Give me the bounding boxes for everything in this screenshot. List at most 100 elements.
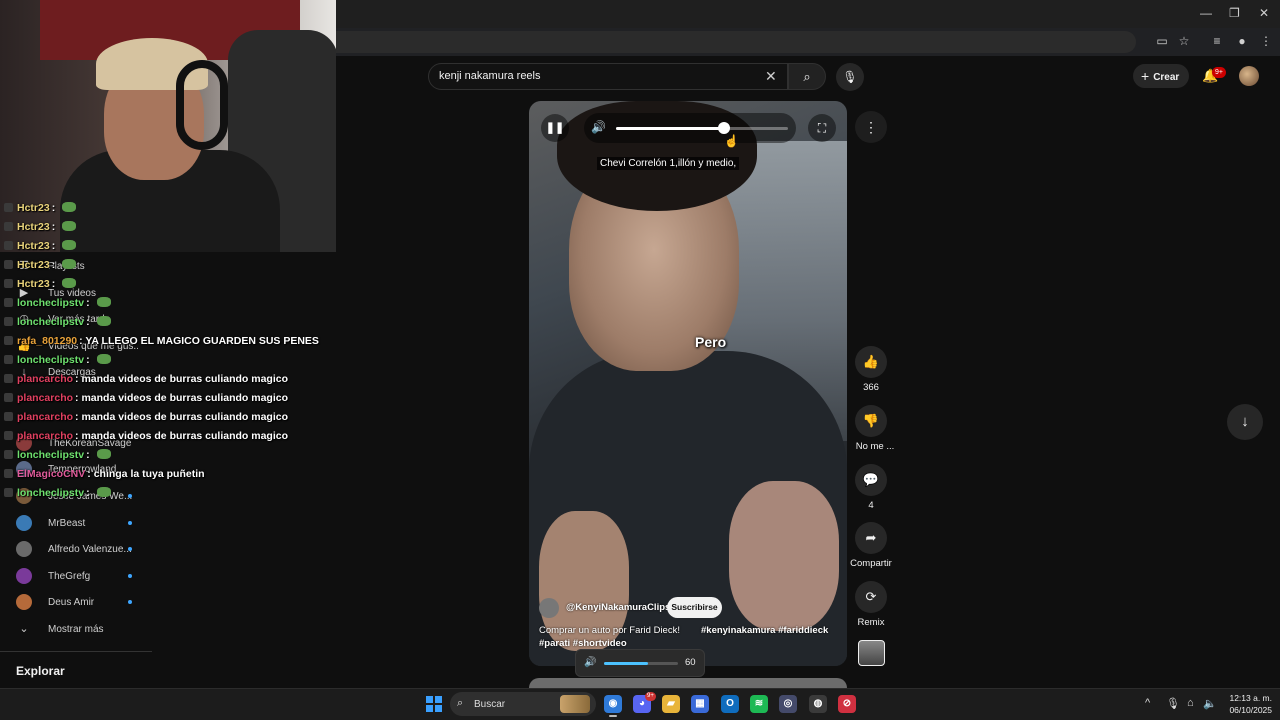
microphone-icon[interactable]: 🎙 bbox=[1166, 697, 1180, 710]
browser-menu-icon[interactable]: ⋮ bbox=[1258, 33, 1274, 49]
taskbar-app-app9-icon[interactable]: ⊘ bbox=[838, 695, 856, 713]
volume-icon[interactable]: 🔊 bbox=[591, 120, 606, 134]
chat-separator: : bbox=[86, 316, 93, 328]
chat-separator: : bbox=[51, 221, 59, 233]
chat-message: loncheclipstv: bbox=[4, 354, 111, 366]
chat-badge-icon bbox=[4, 355, 13, 364]
chat-badge-icon bbox=[4, 374, 13, 383]
cast-icon[interactable]: ▭ bbox=[1154, 33, 1170, 49]
voice-search-button[interactable]: 🎙 bbox=[836, 63, 864, 91]
fullscreen-button[interactable]: ⛶ bbox=[808, 114, 836, 142]
os-volume-slider[interactable] bbox=[604, 662, 678, 665]
chat-message: loncheclipstv: bbox=[4, 297, 111, 309]
taskbar-app-chrome-icon[interactable]: ◉ bbox=[604, 695, 622, 713]
maximize-button[interactable]: ❐ bbox=[1229, 6, 1240, 20]
chat-message: ElMagicoCNV: chinga la tuya puñetin bbox=[4, 468, 205, 480]
address-bar[interactable] bbox=[336, 31, 1136, 53]
chat-username: loncheclipstv bbox=[17, 297, 85, 309]
more-options-button[interactable]: ⋮ bbox=[855, 111, 887, 143]
taskbar-app-spotify-icon[interactable]: ≋ bbox=[750, 695, 768, 713]
chat-username: Hctr23 bbox=[17, 240, 50, 252]
minimize-button[interactable]: — bbox=[1200, 6, 1212, 20]
pause-button[interactable]: ❚❚ bbox=[541, 114, 569, 142]
chat-text: manda videos de burras culiando magico bbox=[81, 411, 289, 423]
audio-source-thumbnail[interactable] bbox=[858, 640, 885, 666]
subscription-mrbeast[interactable]: MrBeast bbox=[0, 510, 152, 536]
volume-slider[interactable] bbox=[616, 122, 788, 134]
taskbar-app-store-icon[interactable]: ▦ bbox=[691, 695, 709, 713]
subscription-deus-amir[interactable]: Deus Amir bbox=[0, 589, 152, 615]
chevron-down-icon: ⌄ bbox=[19, 623, 29, 635]
headphones bbox=[176, 60, 228, 150]
screen: — ❐ ✕ ▭ ☆ ≡ ● ⋮ ☰ Playlists ▶ Tus videos… bbox=[0, 0, 1280, 720]
chat-separator: : bbox=[86, 487, 93, 499]
create-button[interactable]: + Crear bbox=[1133, 64, 1189, 88]
next-video-button[interactable]: ↓ bbox=[1227, 404, 1263, 440]
remix-button[interactable]: ⟳ bbox=[855, 581, 887, 613]
video-hashtags[interactable]: #parati #shortvideo bbox=[539, 638, 627, 649]
avatar bbox=[16, 594, 32, 610]
os-volume-fill bbox=[604, 662, 648, 665]
profile-icon[interactable]: ● bbox=[1234, 33, 1250, 49]
volume-slider-handle[interactable] bbox=[718, 122, 730, 134]
chat-emote-icon bbox=[62, 221, 77, 231]
subscription-label: Alfredo Valenzue... bbox=[48, 543, 132, 555]
chat-username: Hctr23 bbox=[17, 278, 50, 290]
chat-badge-icon bbox=[4, 469, 13, 478]
speaker-icon[interactable]: 🔊 bbox=[584, 657, 596, 668]
chat-username: plancarcho bbox=[17, 411, 74, 423]
search-input[interactable]: kenji nakamura reels bbox=[439, 70, 541, 82]
avatar bbox=[16, 541, 32, 557]
new-content-dot bbox=[128, 494, 132, 498]
tray-overflow-icon[interactable]: ^ bbox=[1145, 697, 1150, 709]
taskbar-app-app7-icon[interactable]: ◎ bbox=[779, 695, 797, 713]
video-caption: Chevi Correlón 1,illón y medio, bbox=[597, 157, 740, 170]
chat-message: Hctr23: bbox=[4, 259, 77, 271]
channel-avatar[interactable] bbox=[539, 598, 559, 618]
like-button[interactable]: 👍 bbox=[855, 346, 887, 378]
chat-emote-icon bbox=[96, 297, 111, 307]
comments-button[interactable]: 💬 bbox=[855, 464, 887, 496]
subscribe-button[interactable]: Suscribirse bbox=[667, 597, 722, 618]
network-icon[interactable]: ⌂ bbox=[1187, 697, 1194, 709]
chat-username: Hctr23 bbox=[17, 259, 50, 271]
chat-badge-icon bbox=[4, 450, 13, 459]
create-label: Crear bbox=[1153, 72, 1180, 83]
clock-time[interactable]: 12:13 a. m. bbox=[1222, 693, 1272, 703]
short-video-player[interactable] bbox=[529, 101, 847, 666]
discord-badge: 9+ bbox=[645, 692, 656, 701]
chat-username: loncheclipstv bbox=[17, 449, 85, 461]
bookmark-star-icon[interactable]: ☆ bbox=[1176, 33, 1192, 49]
subscription-label: Deus Amir bbox=[48, 596, 95, 608]
taskbar-app-outlook-icon[interactable]: O bbox=[721, 695, 739, 713]
media-controls-icon[interactable]: ≡ bbox=[1209, 33, 1225, 49]
search-button[interactable]: ⌕ bbox=[788, 63, 826, 90]
search-box[interactable]: kenji nakamura reels ✕ bbox=[428, 63, 788, 90]
dislike-button[interactable]: 👎 bbox=[855, 405, 887, 437]
speaker-icon[interactable]: 🔈 bbox=[1203, 697, 1217, 710]
subscription-thegrefg[interactable]: TheGrefg bbox=[0, 563, 152, 589]
chat-badge-icon bbox=[4, 279, 13, 288]
remix-label: Remix bbox=[857, 617, 885, 628]
user-avatar[interactable] bbox=[1239, 66, 1259, 86]
taskbar-app-steam-icon[interactable]: ◍ bbox=[809, 695, 827, 713]
close-window-button[interactable]: ✕ bbox=[1259, 6, 1269, 20]
chat-message: plancarcho: manda videos de burras culia… bbox=[4, 430, 288, 442]
chat-username: plancarcho bbox=[17, 392, 74, 404]
windows-logo-icon bbox=[435, 696, 442, 703]
clock-date[interactable]: 06/10/2025 bbox=[1222, 705, 1272, 715]
show-more-button[interactable]: ⌄ Mostrar más bbox=[0, 616, 152, 642]
chat-username: plancarcho bbox=[17, 373, 74, 385]
channel-name[interactable]: @KenyiNakamuraClips bbox=[566, 602, 670, 613]
taskbar-app-files-icon[interactable]: ▰ bbox=[662, 695, 680, 713]
video-hashtags[interactable]: #kenyinakamura #fariddieck bbox=[701, 625, 828, 636]
clear-search-icon[interactable]: ✕ bbox=[765, 68, 777, 85]
chat-message: Hctr23: bbox=[4, 240, 77, 252]
chat-badge-icon bbox=[4, 336, 13, 345]
chat-text: manda videos de burras culiando magico bbox=[81, 430, 289, 442]
start-button[interactable] bbox=[426, 696, 442, 712]
subscription-alfredo-valenzuela[interactable]: Alfredo Valenzue... bbox=[0, 536, 152, 562]
video-description: Comprar un auto por Farid Dieck! bbox=[539, 625, 680, 636]
chat-message: loncheclipstv: bbox=[4, 316, 111, 328]
share-button[interactable]: ➦ bbox=[855, 522, 887, 554]
